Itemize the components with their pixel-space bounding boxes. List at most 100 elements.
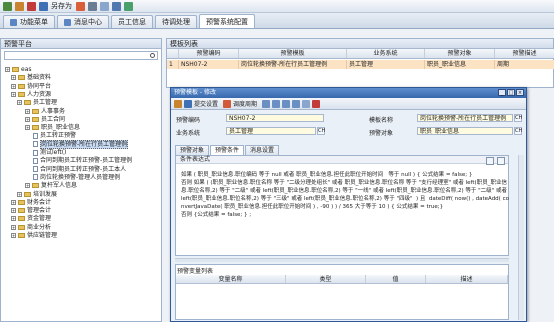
col-code[interactable]: 预警编码 bbox=[179, 49, 239, 58]
object-field[interactable]: 职员_职业信息 bbox=[417, 127, 513, 135]
schedule-button[interactable]: 调度周期 bbox=[233, 99, 257, 108]
col-var-value[interactable]: 值 bbox=[366, 275, 426, 283]
tree-item[interactable]: + eas bbox=[5, 66, 32, 73]
copy-icon[interactable] bbox=[302, 99, 311, 108]
search-icon[interactable] bbox=[150, 53, 155, 58]
folder-icon bbox=[32, 116, 39, 122]
tree-item[interactable]: + 协同平台 bbox=[11, 83, 51, 90]
edit-icon[interactable] bbox=[15, 1, 24, 11]
delete-icon[interactable] bbox=[27, 1, 36, 11]
tab-alert-object[interactable]: 预警对象 bbox=[175, 145, 210, 155]
folder-icon bbox=[18, 216, 25, 222]
lookup-button[interactable]: CH bbox=[514, 127, 522, 135]
folder-icon bbox=[18, 75, 25, 81]
expand-icon[interactable]: + bbox=[25, 183, 30, 189]
first-icon[interactable] bbox=[262, 99, 271, 108]
col-desc[interactable]: 预警描述 bbox=[495, 49, 554, 58]
close-icon[interactable]: × bbox=[516, 89, 524, 96]
edit-icon[interactable] bbox=[174, 99, 182, 108]
flag-icon[interactable] bbox=[76, 1, 85, 11]
minimize-icon[interactable]: _ bbox=[498, 89, 506, 96]
tree-item[interactable]: 合同到期员工转正预警-员工本人 bbox=[33, 166, 126, 173]
save-as-icon[interactable] bbox=[39, 1, 48, 11]
col-var-name[interactable]: 变量名称 bbox=[176, 275, 286, 283]
condition-title: 条件表达式 bbox=[176, 156, 508, 164]
tree-item[interactable]: + 人力资源 bbox=[11, 91, 51, 98]
expand-icon[interactable]: + bbox=[11, 91, 16, 97]
back-icon[interactable] bbox=[3, 1, 12, 11]
tree-item[interactable]: + 资金管理 bbox=[11, 215, 51, 222]
table-row[interactable]: 1 NSH07-2 岗位轮换预警-所在行员工管理例 员工管理 职员_职业信息 周… bbox=[167, 60, 554, 69]
list-icon[interactable] bbox=[112, 1, 121, 11]
expand-icon[interactable]: + bbox=[11, 216, 16, 222]
template-list-title: 模板列表 bbox=[167, 39, 553, 49]
save-as-button[interactable]: 另存为 bbox=[51, 1, 72, 11]
expand-icon[interactable]: + bbox=[17, 191, 22, 197]
tree-item[interactable]: + 职员_职业信息 bbox=[25, 124, 80, 131]
tab-message-center[interactable]: 消息中心 bbox=[57, 15, 109, 28]
tree-item[interactable]: + 商业分析 bbox=[11, 224, 51, 231]
tree-item[interactable]: + 复杆军人信息 bbox=[25, 182, 77, 189]
tree-item[interactable]: 岗位轮换预警-管理人员管理例 bbox=[33, 174, 120, 181]
tree-item[interactable]: + 基础资料 bbox=[11, 74, 51, 81]
expand-icon[interactable]: + bbox=[5, 67, 10, 72]
tab-alert-condition[interactable]: 预警条件 bbox=[210, 145, 245, 155]
expand-icon[interactable]: + bbox=[11, 83, 16, 89]
dialog-scrollbar[interactable] bbox=[518, 155, 524, 320]
tab-function-menu[interactable]: 功能菜单 bbox=[3, 15, 55, 28]
save-icon[interactable] bbox=[184, 99, 192, 108]
tree-item[interactable]: 测试left() bbox=[33, 149, 66, 156]
tree-item[interactable]: 合同到期员工转正预警-员工管理例 bbox=[33, 157, 132, 164]
tree-item[interactable]: + 培训发展 bbox=[17, 191, 57, 198]
tree-item[interactable]: + 财务会计 bbox=[11, 199, 51, 206]
submit-settings-button[interactable]: 提交设置 bbox=[194, 99, 218, 108]
tree-item-label: 人事事务 bbox=[41, 107, 66, 115]
tree-item[interactable]: + 供应链管理 bbox=[11, 232, 57, 239]
name-field[interactable]: 岗位轮换预警-所在行员工管理例 bbox=[417, 114, 513, 122]
last-icon[interactable] bbox=[292, 99, 301, 108]
tab-employee-info[interactable]: 员工信息 bbox=[111, 15, 153, 28]
prev-icon[interactable] bbox=[272, 99, 281, 108]
tree-item[interactable]: + 员工合同 bbox=[25, 116, 65, 123]
tree-item[interactable]: + 员工管理 bbox=[17, 99, 57, 106]
copy-icon[interactable] bbox=[100, 1, 109, 11]
condition-expression[interactable]: 如果 ( 职员_职业信息.职位编码 等于 null 或者 职员_职业信息.担任此… bbox=[181, 172, 509, 219]
expand-icon[interactable]: + bbox=[11, 224, 16, 230]
expand-icon[interactable]: + bbox=[25, 116, 30, 122]
dialog-tabs: 预警对象 预警条件 消息设置 bbox=[175, 145, 280, 155]
expand-icon[interactable]: + bbox=[11, 233, 16, 238]
business-label: 业务系统 bbox=[176, 130, 201, 137]
schedule-icon[interactable] bbox=[223, 99, 232, 108]
col-var-type[interactable]: 类型 bbox=[286, 275, 366, 283]
col-template[interactable]: 预警模板 bbox=[239, 49, 347, 58]
tree-search-input[interactable] bbox=[4, 51, 158, 60]
panel-splitter[interactable] bbox=[175, 258, 509, 262]
tree-item[interactable]: 岗位轮换预警-所在行员工管理例 bbox=[33, 139, 129, 149]
business-field[interactable]: 员工管理 bbox=[226, 127, 316, 135]
lookup-button[interactable]: CH bbox=[514, 114, 522, 122]
formula-icon[interactable] bbox=[486, 157, 494, 165]
tree-item[interactable]: + 人事事务 bbox=[25, 108, 65, 115]
col-object[interactable]: 预警对象 bbox=[425, 49, 495, 58]
expand-icon[interactable]: + bbox=[17, 100, 22, 106]
print-icon[interactable] bbox=[88, 1, 97, 11]
refresh-icon[interactable] bbox=[124, 1, 133, 11]
tree-item[interactable]: + 管理会计 bbox=[11, 207, 51, 214]
col-business[interactable]: 业务系统 bbox=[347, 49, 425, 58]
lookup-button[interactable]: CH bbox=[317, 127, 325, 135]
next-icon[interactable] bbox=[282, 99, 291, 108]
expand-icon[interactable]: + bbox=[11, 75, 16, 81]
code-field[interactable]: NSH07-2 bbox=[226, 114, 324, 122]
col-var-desc[interactable]: 描述 bbox=[426, 275, 508, 283]
tab-pending[interactable]: 待调处理 bbox=[155, 15, 197, 28]
calendar-icon[interactable] bbox=[497, 157, 505, 165]
tree-item[interactable]: 员工转正预警 bbox=[33, 132, 76, 139]
maximize-icon[interactable]: □ bbox=[507, 89, 515, 96]
tab-message-settings[interactable]: 消息设置 bbox=[245, 145, 280, 155]
exit-icon[interactable] bbox=[312, 99, 321, 108]
expand-icon[interactable]: + bbox=[11, 208, 16, 214]
tab-alert-config[interactable]: 预警系统配置 bbox=[199, 14, 255, 28]
expand-icon[interactable]: + bbox=[25, 125, 30, 131]
expand-icon[interactable]: + bbox=[25, 108, 30, 114]
expand-icon[interactable]: + bbox=[11, 199, 16, 205]
